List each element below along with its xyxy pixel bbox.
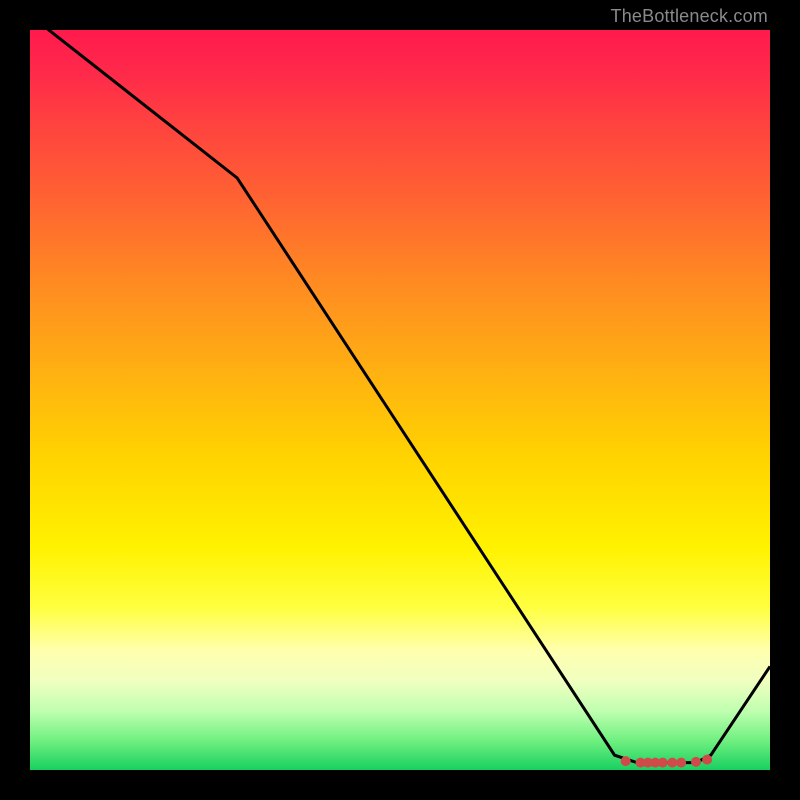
watermark-text: TheBottleneck.com [611,6,768,27]
marker-dot [691,757,701,767]
marker-dot [702,755,712,765]
line-series [30,30,770,763]
marker-dot [667,758,677,768]
chart-frame: TheBottleneck.com [0,0,800,800]
marker-dot [676,758,686,768]
marker-dot [658,758,668,768]
chart-svg [30,30,770,770]
plot-area [30,30,770,770]
curve-path [30,30,770,763]
marker-dot [621,756,631,766]
